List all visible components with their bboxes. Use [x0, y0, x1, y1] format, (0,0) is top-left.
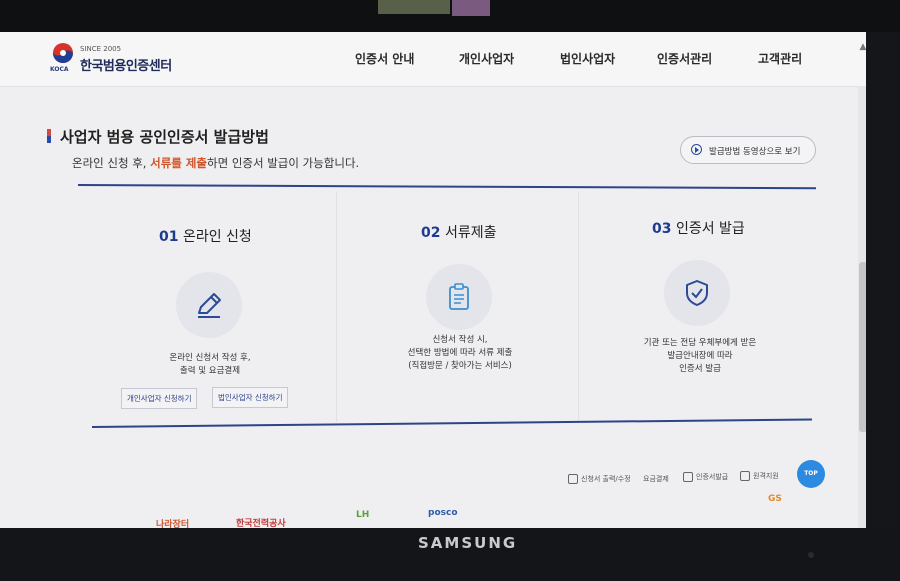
step-1-description: 온라인 신청서 작성 후, 출력 및 요금결제	[140, 352, 280, 378]
scroll-top-button[interactable]: TOP	[797, 460, 825, 488]
nav-corporate-business[interactable]: 법인사업자	[560, 50, 615, 67]
quick-link-label: 인증서발급	[696, 473, 729, 481]
remote-support-icon	[740, 471, 750, 481]
quick-link-label: 요금결제	[643, 475, 669, 483]
shield-check-icon	[686, 280, 708, 306]
koca-logo-icon[interactable]	[52, 42, 74, 64]
lock-icon	[683, 472, 693, 482]
step-3-description: 기관 또는 전담 우체부에게 받은 발급안내장에 따라 인증서 발급	[620, 337, 780, 376]
quick-link-print[interactable]: 신청서 출력/수정	[568, 474, 631, 484]
step-2-description: 신청서 작성 시, 선택한 방법에 따라 서류 제출 (직접방문 / 찾아가는 …	[380, 334, 540, 373]
step-2-icon-circle	[426, 264, 492, 330]
nav-certificate-management[interactable]: 인증서관리	[657, 50, 712, 67]
step-3-desc-line: 기관 또는 전담 우체부에게 받은	[643, 338, 757, 348]
section-title-marker	[47, 129, 51, 143]
column-divider	[578, 192, 579, 422]
step-2-desc-line: (직접방문 / 찾아가는 서비스)	[408, 361, 512, 371]
step-1-title: 01 온라인 신청	[159, 226, 252, 246]
desc-text-after: 하면 인증서 발급이 가능합니다.	[207, 156, 360, 170]
step-3-label: 인증서 발급	[675, 221, 745, 237]
quick-link-label: 신청서 출력/수정	[581, 475, 631, 483]
partner-logo[interactable]: GS	[768, 494, 782, 504]
step-2-title: 02 서류제출	[421, 222, 496, 242]
nav-individual-business[interactable]: 개인사업자	[459, 50, 514, 67]
quick-link-label: 원격지원	[753, 472, 779, 480]
power-led	[808, 552, 814, 558]
nav-customer-service[interactable]: 고객관리	[758, 50, 802, 67]
nav-certificate-info[interactable]: 인증서 안내	[355, 50, 414, 67]
step-2-desc-line: 신청서 작성 시,	[432, 335, 488, 345]
step-3-desc-line: 발급안내장에 따라	[667, 351, 733, 361]
step-1-number: 01	[159, 229, 179, 245]
step-3-number: 03	[652, 221, 672, 237]
logo-since: SINCE 2005	[80, 45, 122, 53]
quick-link-issue[interactable]: 인증서발급	[683, 472, 728, 482]
background-object	[452, 0, 490, 16]
pencil-icon	[198, 293, 221, 318]
video-guide-button[interactable]: 발급방법 동영상으로 보기	[680, 136, 816, 164]
step-2-desc-line: 선택한 방법에 따라 서류 제출	[407, 348, 513, 358]
desc-text-before: 온라인 신청 후,	[72, 156, 151, 170]
step-1-desc-line: 온라인 신청서 작성 후,	[169, 353, 251, 363]
divider-bottom	[91, 418, 812, 428]
step-2-label: 서류제출	[444, 225, 497, 241]
step-3-icon-circle	[664, 260, 730, 326]
step-3-title: 03 인증서 발급	[652, 218, 745, 238]
logo-abbrev: KOCA	[50, 66, 69, 73]
step-1-label: 온라인 신청	[182, 229, 252, 245]
column-divider	[336, 192, 337, 422]
clipboard-icon	[449, 283, 469, 310]
step-3-desc-line: 인증서 발급	[679, 364, 721, 374]
browser-viewport: KOCA SINCE 2005 한국범용인증센터 인증서 안내 개인사업자 법인…	[0, 32, 868, 530]
partner-logo[interactable]: LH	[356, 510, 369, 520]
step-2-number: 02	[421, 225, 441, 241]
apply-corporate-button[interactable]: 법인사업자 신청하기	[212, 387, 289, 408]
apply-individual-button[interactable]: 개인사업자 신청하기	[121, 388, 198, 409]
step-1-icon-circle	[176, 272, 242, 338]
quick-link-remote[interactable]: 원격지원	[740, 471, 779, 481]
monitor-top-bezel	[0, 0, 900, 32]
quick-link-payment[interactable]: 요금결제	[643, 474, 669, 484]
section-title: 사업자 범용 공인인증서 발급방법	[60, 128, 269, 146]
desc-highlight: 서류를 제출	[150, 156, 208, 170]
site-header: KOCA SINCE 2005 한국범용인증센터 인증서 안내 개인사업자 법인…	[0, 32, 868, 87]
monitor-brand: SAMSUNG	[418, 534, 518, 552]
step-1-desc-line: 출력 및 요금결제	[179, 366, 241, 376]
divider-top	[77, 184, 816, 190]
logo-name[interactable]: 한국범용인증센터	[80, 55, 172, 74]
monitor-right-bezel	[866, 32, 900, 532]
partner-logo[interactable]: posco	[428, 508, 458, 518]
play-icon	[691, 144, 702, 155]
printer-icon	[568, 474, 578, 484]
section-description: 온라인 신청 후, 서류를 제출하면 인증서 발급이 가능합니다.	[72, 155, 359, 171]
video-guide-label: 발급방법 동영상으로 보기	[709, 147, 801, 157]
background-object	[378, 0, 450, 14]
